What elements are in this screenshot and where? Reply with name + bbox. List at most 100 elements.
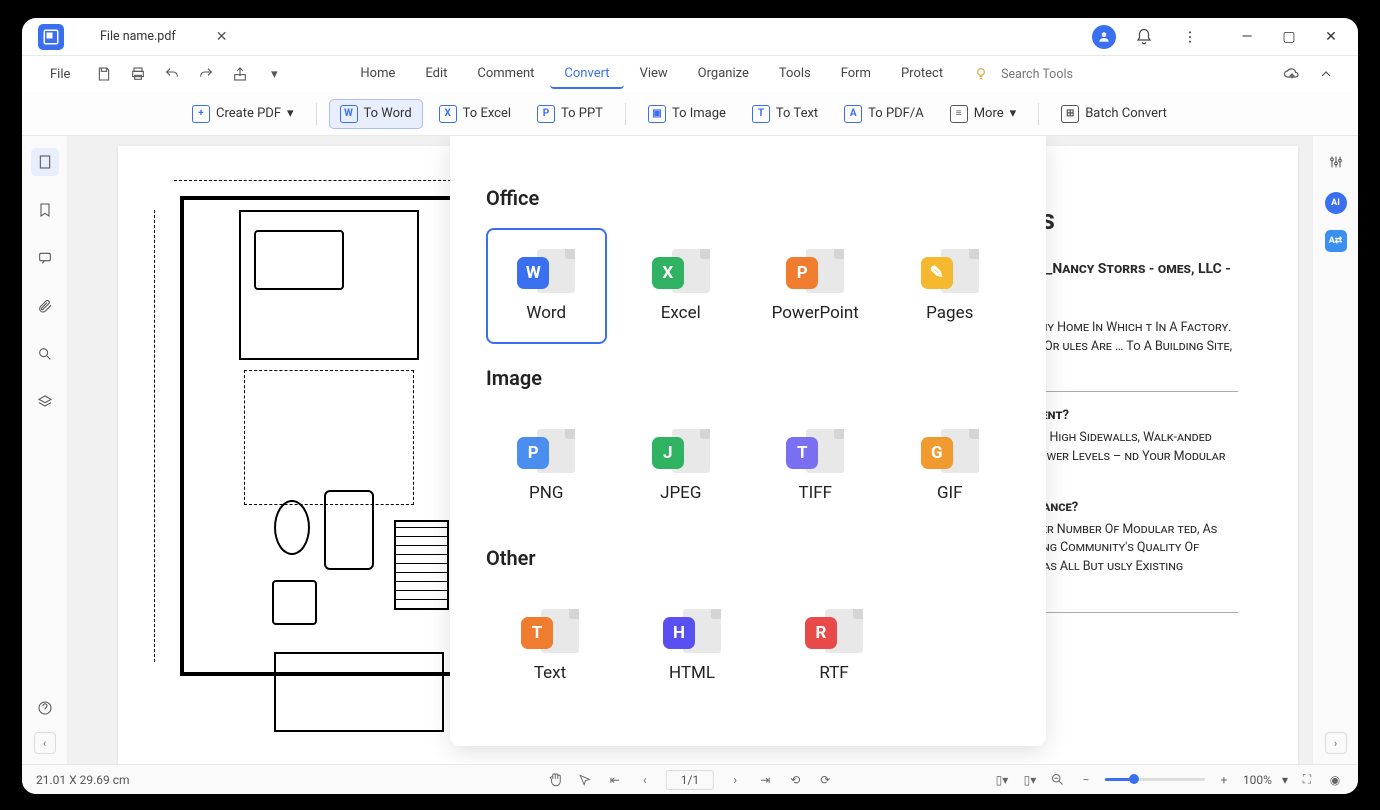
- lightbulb-icon[interactable]: [971, 64, 991, 84]
- save-icon[interactable]: [94, 64, 114, 84]
- help-icon[interactable]: [31, 694, 59, 722]
- word-icon: W: [340, 105, 358, 123]
- document-canvas[interactable]: Darkness ular Homes______Nancy Storrs - …: [68, 136, 1312, 764]
- format-tiff[interactable]: TTIFF: [755, 408, 876, 524]
- menu-view[interactable]: View: [626, 60, 682, 89]
- search-icon[interactable]: [31, 340, 59, 368]
- batch-convert-button[interactable]: ⊞ Batch Convert: [1051, 100, 1177, 128]
- to-excel-button[interactable]: X To Excel: [429, 100, 521, 128]
- page-dimensions: 21.01 X 29.69 cm: [36, 773, 130, 787]
- format-png[interactable]: PPNG: [486, 408, 607, 524]
- zoom-out-icon[interactable]: [1049, 771, 1067, 789]
- format-excel[interactable]: XExcel: [621, 228, 742, 344]
- word-icon: W: [517, 257, 549, 289]
- print-icon[interactable]: [128, 64, 148, 84]
- format-html[interactable]: HHTML: [628, 588, 756, 704]
- rotate-right-icon[interactable]: ⟳: [816, 771, 834, 789]
- ai-icon[interactable]: AI: [1325, 192, 1347, 214]
- format-gif[interactable]: GGIF: [890, 408, 1011, 524]
- minimize-button[interactable]: —: [1228, 23, 1266, 51]
- share-icon[interactable]: [230, 64, 250, 84]
- zoom-plus-icon[interactable]: +: [1215, 771, 1233, 789]
- more-button[interactable]: ≡ More ▾: [940, 100, 1026, 128]
- format-powerpoint[interactable]: PPowerPoint: [755, 228, 876, 344]
- create-pdf-button[interactable]: + Create PDF ▾: [182, 100, 304, 128]
- tab-filename: File name.pdf: [100, 29, 176, 44]
- close-window-button[interactable]: ✕: [1312, 23, 1350, 51]
- comments-icon[interactable]: [31, 244, 59, 272]
- to-word-button[interactable]: W To Word: [329, 99, 423, 129]
- document-tab[interactable]: File name.pdf ✕: [72, 18, 247, 55]
- to-text-button[interactable]: T To Text: [742, 100, 828, 128]
- bookmarks-icon[interactable]: [31, 196, 59, 224]
- ppt-icon: P: [537, 105, 555, 123]
- powerpoint-icon: P: [786, 257, 818, 289]
- menu-form[interactable]: Form: [827, 60, 885, 89]
- attachments-icon[interactable]: [31, 292, 59, 320]
- format-rtf[interactable]: RRTF: [770, 588, 898, 704]
- zoom-dropdown-icon[interactable]: ▾: [1282, 773, 1288, 787]
- select-icon[interactable]: [576, 771, 594, 789]
- first-page-icon[interactable]: ⇤: [606, 771, 624, 789]
- layers-icon[interactable]: [31, 388, 59, 416]
- bell-icon[interactable]: [1126, 23, 1162, 51]
- user-avatar-icon[interactable]: [1092, 25, 1116, 49]
- text-icon: T: [521, 617, 553, 649]
- cloud-icon[interactable]: [1282, 64, 1302, 84]
- pdfa-icon: A: [844, 105, 862, 123]
- prev-page-icon[interactable]: ‹: [636, 771, 654, 789]
- to-pdfa-button[interactable]: A To PDF/A: [834, 100, 934, 128]
- text-icon: T: [752, 105, 770, 123]
- image-icon: ▣: [648, 105, 666, 123]
- properties-icon[interactable]: [1322, 148, 1350, 176]
- translate-icon[interactable]: A⇄: [1325, 230, 1347, 252]
- menu-tools[interactable]: Tools: [765, 60, 825, 89]
- page-indicator[interactable]: 1/1: [666, 770, 714, 790]
- to-image-button[interactable]: ▣ To Image: [638, 100, 736, 128]
- rtf-icon: R: [805, 617, 837, 649]
- format-text[interactable]: TText: [486, 588, 614, 704]
- right-sidebar: AI A⇄ ›: [1312, 136, 1358, 764]
- single-page-icon[interactable]: ▯▾: [1021, 771, 1039, 789]
- chevron-up-icon[interactable]: [1316, 64, 1336, 84]
- floorplan-diagram: [180, 196, 480, 676]
- collapse-left-icon[interactable]: ‹: [34, 732, 56, 754]
- menu-convert[interactable]: Convert: [550, 60, 623, 89]
- to-ppt-button[interactable]: P To PPT: [527, 100, 613, 128]
- dropdown-icon[interactable]: ▾: [264, 64, 284, 84]
- search-input[interactable]: [1001, 67, 1101, 82]
- chevron-down-icon: ▾: [1010, 106, 1017, 121]
- menubar: File ▾ Home Edit Comment Convert View Or…: [22, 56, 1358, 92]
- kebab-menu-icon[interactable]: [1172, 23, 1208, 51]
- redo-icon[interactable]: [196, 64, 216, 84]
- batch-icon: ⊞: [1061, 105, 1079, 123]
- zoom-minus-icon[interactable]: −: [1077, 771, 1095, 789]
- format-jpeg[interactable]: JJPEG: [621, 408, 742, 524]
- menu-organize[interactable]: Organize: [684, 60, 763, 89]
- collapse-right-icon[interactable]: ›: [1325, 732, 1347, 754]
- menu-home[interactable]: Home: [346, 60, 409, 89]
- menu-comment[interactable]: Comment: [463, 60, 548, 89]
- html-icon: H: [663, 617, 695, 649]
- rotate-left-icon[interactable]: ⟲: [786, 771, 804, 789]
- hand-icon[interactable]: [546, 771, 564, 789]
- last-page-icon[interactable]: ⇥: [756, 771, 774, 789]
- file-menu[interactable]: File: [36, 61, 84, 88]
- fullscreen-icon[interactable]: ⛶: [1298, 771, 1316, 789]
- zoom-slider[interactable]: [1105, 778, 1205, 781]
- maximize-button[interactable]: ▢: [1270, 23, 1308, 51]
- thumbnails-icon[interactable]: [31, 148, 59, 176]
- fit-page-icon[interactable]: ▯▾: [993, 771, 1011, 789]
- format-pages[interactable]: ✎Pages: [890, 228, 1011, 344]
- undo-icon[interactable]: [162, 64, 182, 84]
- format-word[interactable]: WWord: [486, 228, 607, 344]
- app-window: File name.pdf ✕ — ▢ ✕ File ▾ Home: [22, 18, 1358, 794]
- section-image: Image: [486, 366, 1010, 390]
- menu-protect[interactable]: Protect: [887, 60, 957, 89]
- close-tab-icon[interactable]: ✕: [216, 29, 228, 45]
- menu-edit[interactable]: Edit: [411, 60, 461, 89]
- next-page-icon[interactable]: ›: [726, 771, 744, 789]
- excel-icon: X: [652, 257, 684, 289]
- read-mode-icon[interactable]: ◉: [1326, 771, 1344, 789]
- jpeg-icon: J: [652, 437, 684, 469]
